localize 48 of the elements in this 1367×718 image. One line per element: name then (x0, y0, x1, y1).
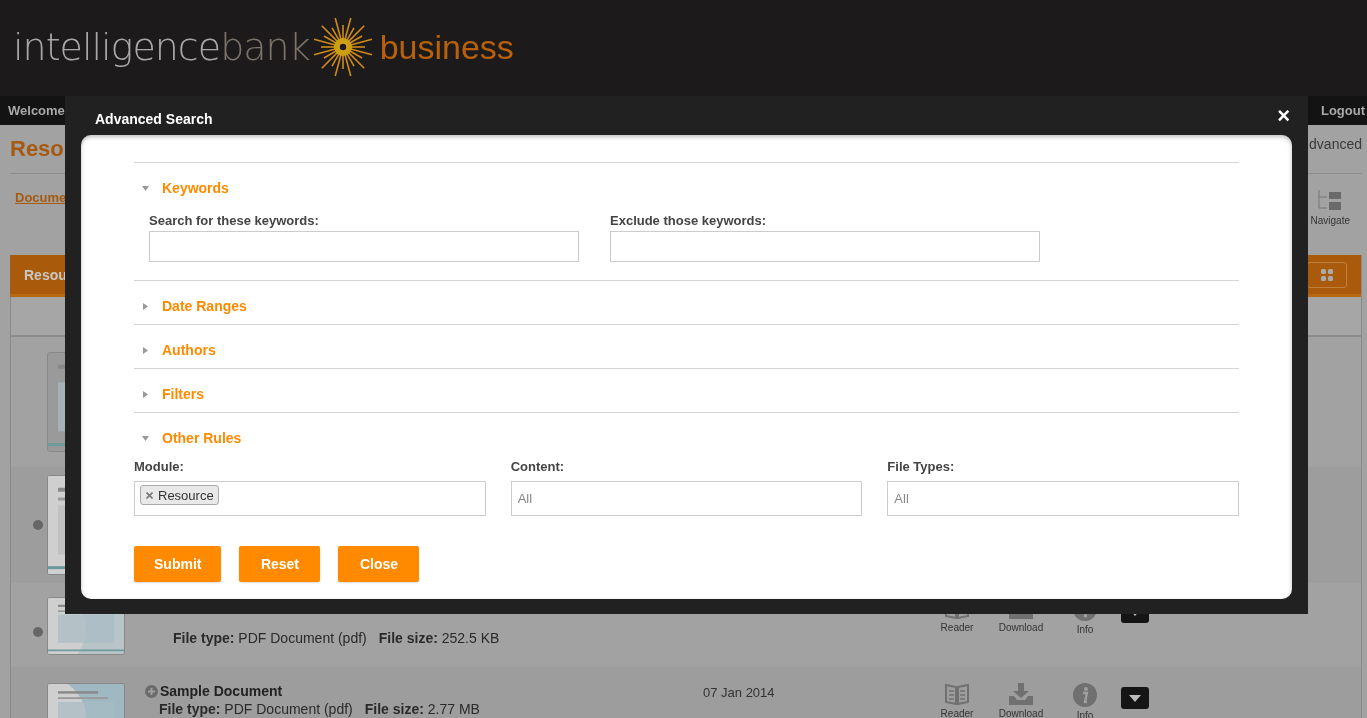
disclosure-triangle-icon[interactable] (142, 434, 149, 442)
grid-icon (1321, 268, 1333, 281)
action-label[interactable]: Reader (940, 708, 974, 718)
advanced-link[interactable]: dvanced (1309, 136, 1362, 152)
expand-plus-icon[interactable] (145, 684, 158, 698)
action-label[interactable]: Download (998, 708, 1044, 718)
logo-text: bank (220, 25, 310, 69)
tag-input-field[interactable]: Resource (134, 481, 486, 516)
field-label: Search for these keywords: (149, 213, 320, 229)
close-button[interactable]: × (1277, 104, 1290, 127)
field-label: Exclude those keywords: (610, 213, 768, 229)
logout-link[interactable]: Logout (1320, 103, 1365, 118)
download-icon[interactable] (1008, 683, 1034, 705)
disclosure-triangle-icon[interactable] (142, 302, 149, 310)
dropdown-button[interactable] (1121, 687, 1149, 709)
table-title: Resou (24, 266, 67, 283)
file-type-text: File type: PDF Document (pdf) (173, 630, 367, 646)
date-text: 07 Jan 2014 (703, 685, 775, 700)
folder-tree-icon[interactable] (1317, 189, 1344, 211)
file-size-text: File size: 2.77 MB (364, 701, 480, 717)
select-field[interactable]: All (887, 481, 1239, 516)
tag-chip[interactable]: Resource (140, 485, 219, 505)
file-type-text: File type: PDF Document (pdf) (159, 701, 353, 717)
input-field[interactable] (610, 231, 1040, 262)
document-title[interactable]: Sample Document (160, 683, 283, 699)
dialog-title: Advanced Search (95, 110, 213, 127)
select-field[interactable]: All (510, 481, 863, 516)
file-size-text: File size: 252.5 KB (378, 630, 500, 646)
page-title: Reso (10, 136, 64, 162)
welcome-text: Welcome (8, 103, 65, 118)
remove-icon[interactable] (146, 491, 153, 499)
input-field[interactable] (149, 231, 579, 262)
action-label[interactable]: Info (1076, 624, 1094, 635)
action-label[interactable]: Reader (940, 622, 974, 633)
action-label[interactable]: Download (998, 622, 1044, 633)
field-label: Content: (510, 459, 566, 475)
info-icon[interactable] (1073, 683, 1097, 707)
logo-text: intelligence (13, 25, 221, 69)
navigate-label: Navigate (1310, 215, 1350, 226)
book-icon[interactable] (945, 683, 969, 705)
sunburst-logo-icon (311, 16, 374, 78)
disclosure-triangle-icon[interactable] (142, 390, 149, 398)
disclosure-triangle-icon[interactable] (142, 184, 149, 192)
caret-icon (1129, 694, 1141, 702)
disclosure-triangle-icon[interactable] (142, 346, 149, 354)
field-label: File Types: (887, 459, 956, 475)
logo-text: business (379, 27, 514, 67)
field-label: Module: (134, 459, 185, 475)
